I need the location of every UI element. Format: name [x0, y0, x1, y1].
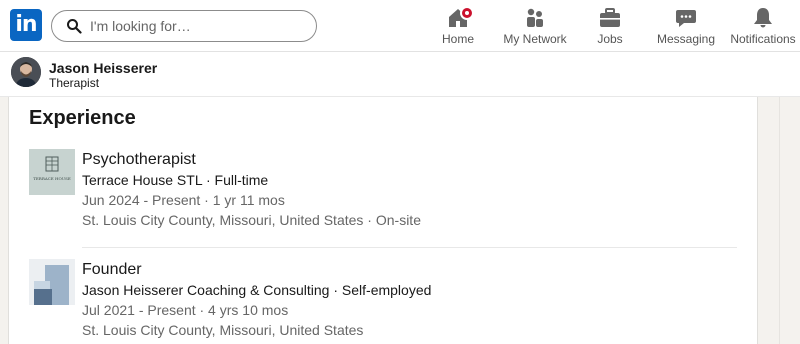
search-bar[interactable] [51, 10, 317, 42]
search-input[interactable] [90, 16, 305, 36]
experience-item[interactable]: Founder Jason Heisserer Coaching & Consu… [29, 259, 739, 344]
company-logo[interactable]: TERRACE HOUSE [29, 149, 75, 195]
job-location: St. Louis City County, Missouri, United … [82, 212, 421, 228]
avatar-image [11, 57, 41, 87]
nav-notifications-label: Notifications [730, 32, 796, 46]
nav-home[interactable]: Home [438, 6, 478, 46]
chat-icon [676, 10, 696, 27]
nav-home-label: Home [441, 32, 474, 46]
company-logo[interactable] [29, 259, 75, 305]
nav-my-network[interactable]: My Network [499, 6, 571, 46]
nav-jobs-label: Jobs [597, 32, 623, 46]
search-icon [67, 19, 82, 34]
job-title: Founder [82, 261, 142, 278]
network-icon [527, 8, 543, 27]
experience-section: Experience TERRACE HOUSE Psychotherapist… [8, 97, 758, 344]
global-nav: in Home My Network Jobs [0, 0, 800, 52]
profile-sticky-header: Jason Heisserer Therapist [0, 52, 800, 97]
nav-notifications[interactable]: Notifications [728, 6, 798, 46]
profile-name: Jason Heisserer [49, 60, 158, 76]
divider [82, 247, 737, 248]
linkedin-logo[interactable]: in [10, 9, 42, 41]
notification-badge [460, 6, 474, 20]
job-location: St. Louis City County, Missouri, United … [82, 322, 364, 338]
briefcase-icon [600, 8, 620, 27]
nav-my-network-label: My Network [503, 32, 567, 46]
job-dates: Jul 2021 - Present · 4 yrs 10 mos [82, 302, 289, 318]
experience-item[interactable]: TERRACE HOUSE Psychotherapist Terrace Ho… [29, 149, 739, 239]
avatar[interactable] [11, 57, 41, 87]
company-logo-text: TERRACE HOUSE [33, 176, 71, 181]
section-title: Experience [29, 107, 136, 129]
company-name: Terrace House STL · Full-time [82, 172, 269, 188]
right-rail [779, 97, 800, 344]
nav-messaging-label: Messaging [656, 32, 716, 46]
building-placeholder-icon [29, 259, 75, 305]
terrace-house-logo-icon [45, 156, 59, 172]
nav-jobs[interactable]: Jobs [592, 6, 628, 46]
job-dates: Jun 2024 - Present · 1 yr 11 mos [82, 192, 285, 208]
job-title: Psychotherapist [82, 151, 196, 168]
bell-icon [754, 8, 772, 28]
nav-messaging[interactable]: Messaging [655, 6, 717, 46]
profile-headline: Therapist [49, 76, 100, 90]
company-name: Jason Heisserer Coaching & Consulting · … [82, 282, 432, 298]
